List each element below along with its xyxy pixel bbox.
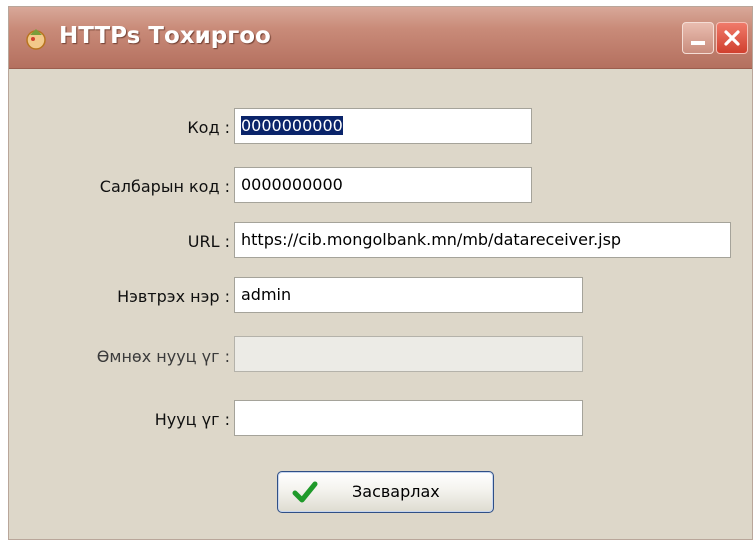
username-input[interactable]: admin — [234, 277, 583, 313]
minimize-button[interactable] — [682, 22, 714, 54]
password-label: Нууц үг : — [154, 410, 230, 429]
title-bar[interactable]: HTTPs Тохиргоо — [9, 7, 752, 69]
code-input[interactable]: 0000000000 — [234, 108, 532, 144]
settings-window: HTTPs Тохиргоо — [8, 6, 753, 540]
edit-button[interactable]: Засварлах — [277, 471, 494, 513]
branch-code-label: Салбарын код : — [99, 177, 230, 196]
branch-code-input[interactable]: 0000000000 — [234, 167, 532, 203]
old-password-input — [234, 336, 583, 372]
username-label: Нэвтрэх нэр : — [117, 287, 230, 306]
check-icon — [292, 480, 318, 508]
old-password-label: Өмнөх нууц үг : — [96, 347, 230, 366]
url-label: URL : — [187, 232, 230, 251]
app-icon — [23, 26, 49, 52]
close-icon — [724, 30, 740, 46]
code-label: Код : — [187, 118, 230, 137]
password-input[interactable] — [234, 400, 583, 436]
url-input[interactable]: https://cib.mongolbank.mn/mb/datareceive… — [234, 222, 731, 258]
code-input-value: 0000000000 — [241, 116, 343, 135]
minimize-icon — [691, 41, 705, 45]
window-title: HTTPs Тохиргоо — [59, 23, 271, 49]
edit-button-label: Засварлах — [352, 482, 440, 501]
close-button[interactable] — [716, 22, 748, 54]
